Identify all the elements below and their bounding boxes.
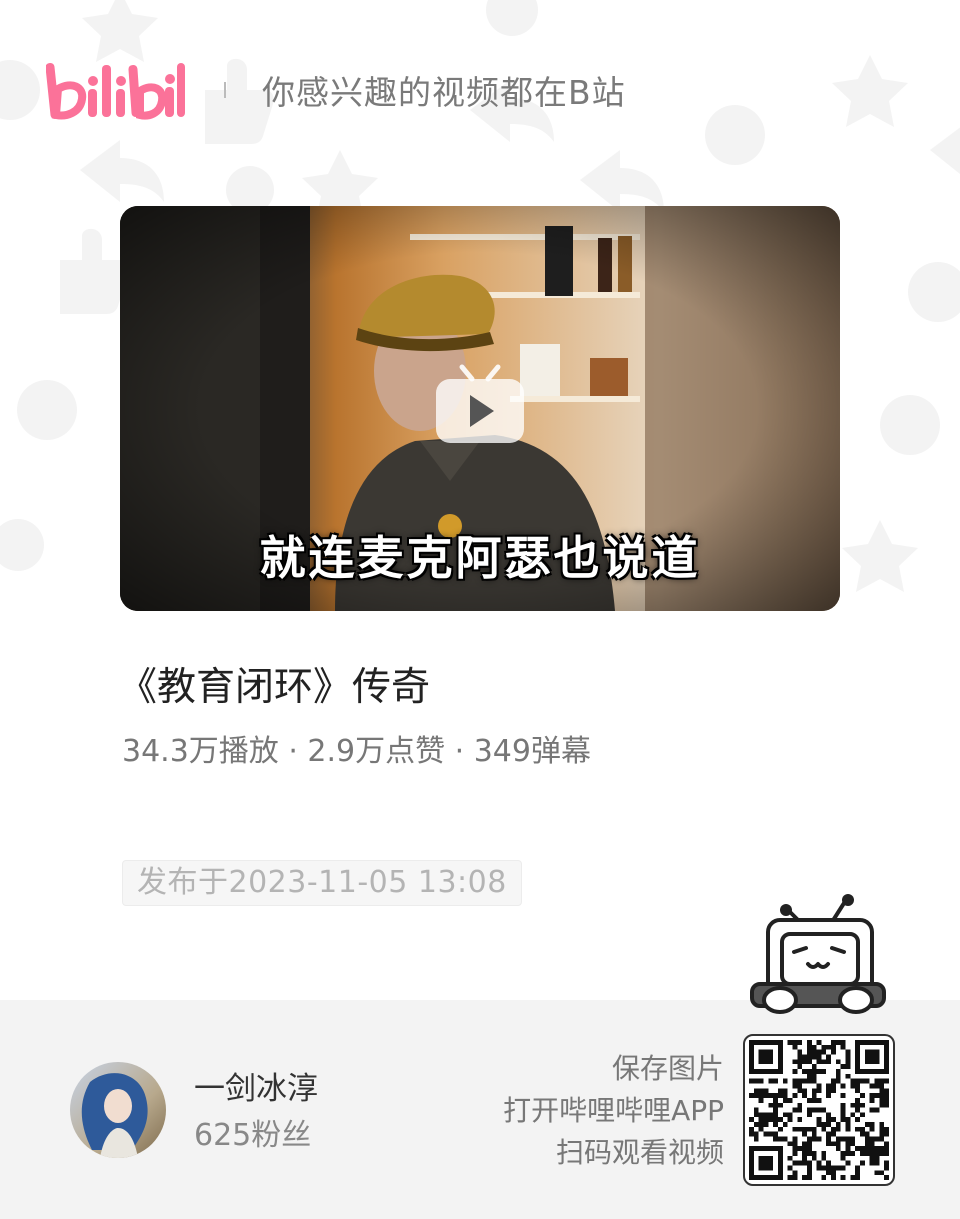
cta-line-save: 保存图片 (611, 1052, 724, 1085)
qr-code-frame[interactable] (743, 1034, 895, 1186)
cta-text: 保存图片 打开哔哩哔哩APP 扫码观看视频 (503, 1048, 724, 1174)
play-icon[interactable] (436, 363, 524, 445)
publish-time: 发布于2023-11-05 13:08 (122, 860, 522, 906)
bilibili-logo[interactable] (46, 55, 186, 125)
qr-code (749, 1040, 889, 1180)
fans-count: 625粉丝 (194, 1118, 312, 1153)
avatar-image (70, 1062, 166, 1158)
header: 你感兴趣的视频都在B站 (46, 40, 916, 140)
tv-mascot-icon (750, 894, 886, 1014)
author-name[interactable]: 一剑冰淳 (194, 1063, 318, 1108)
cta-line-scan: 扫码观看视频 (555, 1136, 724, 1169)
header-divider (224, 82, 226, 98)
video-caption: 就连麦克阿瑟也说道 (259, 531, 701, 585)
video-stats: 34.3万播放 · 2.9万点赞 · 349弹幕 (122, 734, 591, 769)
avatar[interactable] (70, 1062, 166, 1158)
slogan: 你感兴趣的视频都在B站 (262, 73, 626, 112)
cta-line-open-app: 打开哔哩哔哩APP (503, 1094, 724, 1127)
video-title[interactable]: 《教育闭环》传奇 (118, 656, 430, 712)
